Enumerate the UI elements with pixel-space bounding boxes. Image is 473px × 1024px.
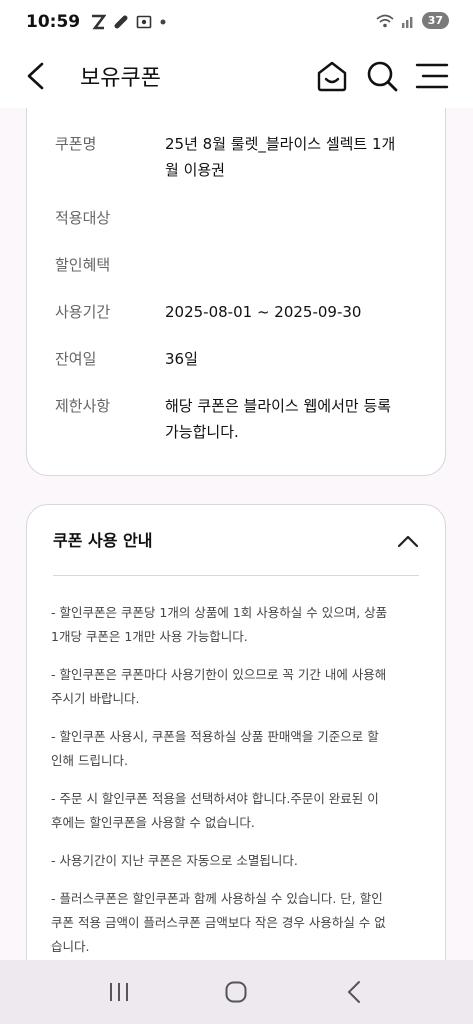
coupon-info-card: 쿠폰명 25년 8월 룰렛_블라이스 셀렉트 1개 월 이용권 적용대상 할인혜… [26, 108, 446, 476]
home-icon [317, 61, 347, 92]
info-value [165, 205, 425, 231]
home-circle-icon [225, 981, 247, 1003]
dot-icon [160, 19, 166, 25]
search-icon [367, 61, 398, 92]
guide-item: - 할인쿠폰 사용시, 쿠폰을 적용하실 상품 판매액을 기준으로 할 인해 드… [51, 725, 423, 773]
info-label: 잔여일 [55, 350, 97, 368]
guide-item-line: 쿠폰 적용 금액이 플러스쿠폰 금액보다 작은 경우 사용하실 수 없 [51, 915, 386, 930]
wifi-icon [376, 14, 394, 27]
recent-apps-button[interactable] [99, 972, 139, 1012]
guide-item-line: 1개당 쿠폰은 1개만 사용 가능합니다. [51, 629, 248, 644]
menu-button[interactable] [415, 58, 449, 94]
guide-list: - 할인쿠폰은 쿠폰당 1개의 상품에 1회 사용하실 수 있으며, 상품 1개… [51, 601, 423, 960]
info-row-period: 사용기간 2025-08-01 ~ 2025-09-30 [55, 299, 425, 325]
guide-item-line: 후에는 할인쿠폰을 사용할 수 없습니다. [51, 815, 255, 830]
link-icon [114, 15, 128, 29]
guide-collapse-toggle[interactable] [397, 531, 419, 551]
back-button[interactable] [22, 60, 52, 92]
info-label: 할인혜택 [55, 256, 111, 274]
guide-item: - 주문 시 할인쿠폰 적용을 선택하셔야 합니다.주문이 완료된 이 후에는 … [51, 787, 423, 835]
info-value-line: 해당 쿠폰은 블라이스 웹에서만 등록 [165, 397, 392, 415]
guide-item-line: 주시기 바랍니다. [51, 691, 140, 706]
signal-icon [401, 16, 413, 28]
guide-item: - 할인쿠폰은 쿠폰마다 사용기한이 있으므로 꼭 기간 내에 사용해 주시기 … [51, 663, 423, 711]
coupon-guide-card: 쿠폰 사용 안내 - 할인쿠폰은 쿠폰당 1개의 상품에 1회 사용하실 수 있… [26, 504, 446, 960]
guide-item-line: - 할인쿠폰 사용시, 쿠폰을 적용하실 상품 판매액을 기준으로 할 [51, 729, 379, 744]
battery-badge: 37 [421, 12, 449, 29]
info-label: 적용대상 [55, 209, 111, 227]
page-title: 보유쿠폰 [80, 66, 161, 91]
info-row-benefit: 할인혜택 [55, 252, 425, 278]
z-app-icon [92, 14, 107, 30]
system-nav-bar [0, 960, 473, 1024]
guide-item-line: - 주문 시 할인쿠폰 적용을 선택하셔야 합니다.주문이 완료된 이 [51, 791, 379, 806]
info-label: 제한사항 [55, 397, 111, 415]
home-nav-button[interactable] [216, 972, 256, 1012]
app-header: 보유쿠폰 [0, 44, 473, 108]
info-value-line: 가능합니다. [165, 423, 239, 441]
info-label: 사용기간 [55, 303, 111, 321]
info-value: 해당 쿠폰은 블라이스 웹에서만 등록 가능합니다. [165, 393, 425, 445]
recent-apps-icon [109, 983, 128, 1001]
content-area[interactable]: 쿠폰명 25년 8월 룰렛_블라이스 셀렉트 1개 월 이용권 적용대상 할인혜… [0, 108, 473, 960]
info-row-target: 적용대상 [55, 205, 425, 231]
header-actions [315, 58, 449, 94]
info-value: 36일 [165, 350, 198, 368]
guide-divider [53, 575, 419, 576]
guide-item: - 플러스쿠폰은 할인쿠폰과 함께 사용하실 수 있습니다. 단, 할인 쿠폰 … [51, 887, 423, 959]
guide-item-line: - 할인쿠폰은 쿠폰당 1개의 상품에 1회 사용하실 수 있으며, 상품 [51, 605, 388, 620]
chevron-up-icon [397, 535, 419, 548]
status-time: 10:59 [26, 12, 81, 32]
guide-item-line: - 사용기간이 지난 쿠폰은 자동으로 소멸됩니다. [51, 853, 298, 868]
notification-icons [90, 14, 167, 30]
info-value: 2025-08-01 ~ 2025-09-30 [165, 303, 362, 321]
guide-item-line: 습니다. [51, 939, 90, 954]
info-value-line: 25년 8월 룰렛_블라이스 셀렉트 1개 [165, 135, 396, 153]
guide-header[interactable]: 쿠폰 사용 안내 [53, 527, 419, 555]
menu-icon [415, 63, 449, 89]
info-row-remaining-days: 잔여일 36일 [55, 346, 425, 372]
guide-item-line: - 할인쿠폰은 쿠폰마다 사용기한이 있으므로 꼭 기간 내에 사용해 [51, 667, 387, 682]
home-button[interactable] [315, 58, 349, 94]
chevron-left-icon [27, 62, 44, 90]
status-bar: 10:59 37 [0, 0, 473, 44]
info-row-restrictions: 제한사항 해당 쿠폰은 블라이스 웹에서만 등록 가능합니다. [55, 393, 425, 445]
back-icon [347, 981, 361, 1003]
info-value [165, 252, 425, 278]
info-value-line: 월 이용권 [165, 161, 225, 179]
search-button[interactable] [365, 58, 399, 94]
back-nav-button[interactable] [334, 972, 374, 1012]
guide-title: 쿠폰 사용 안내 [53, 531, 153, 550]
info-row-coupon-name: 쿠폰명 25년 8월 룰렛_블라이스 셀렉트 1개 월 이용권 [55, 131, 425, 183]
guide-item: - 할인쿠폰은 쿠폰당 1개의 상품에 1회 사용하실 수 있으며, 상품 1개… [51, 601, 423, 649]
info-label: 쿠폰명 [55, 135, 97, 153]
guide-item: - 사용기간이 지난 쿠폰은 자동으로 소멸됩니다. [51, 849, 423, 873]
status-right: 37 [376, 12, 449, 29]
guide-item-line: - 플러스쿠폰은 할인쿠폰과 함께 사용하실 수 있습니다. 단, 할인 [51, 891, 383, 906]
guide-item-line: 인해 드립니다. [51, 753, 128, 768]
screen-record-icon [136, 15, 152, 29]
info-value: 25년 8월 룰렛_블라이스 셀렉트 1개 월 이용권 [165, 131, 425, 183]
